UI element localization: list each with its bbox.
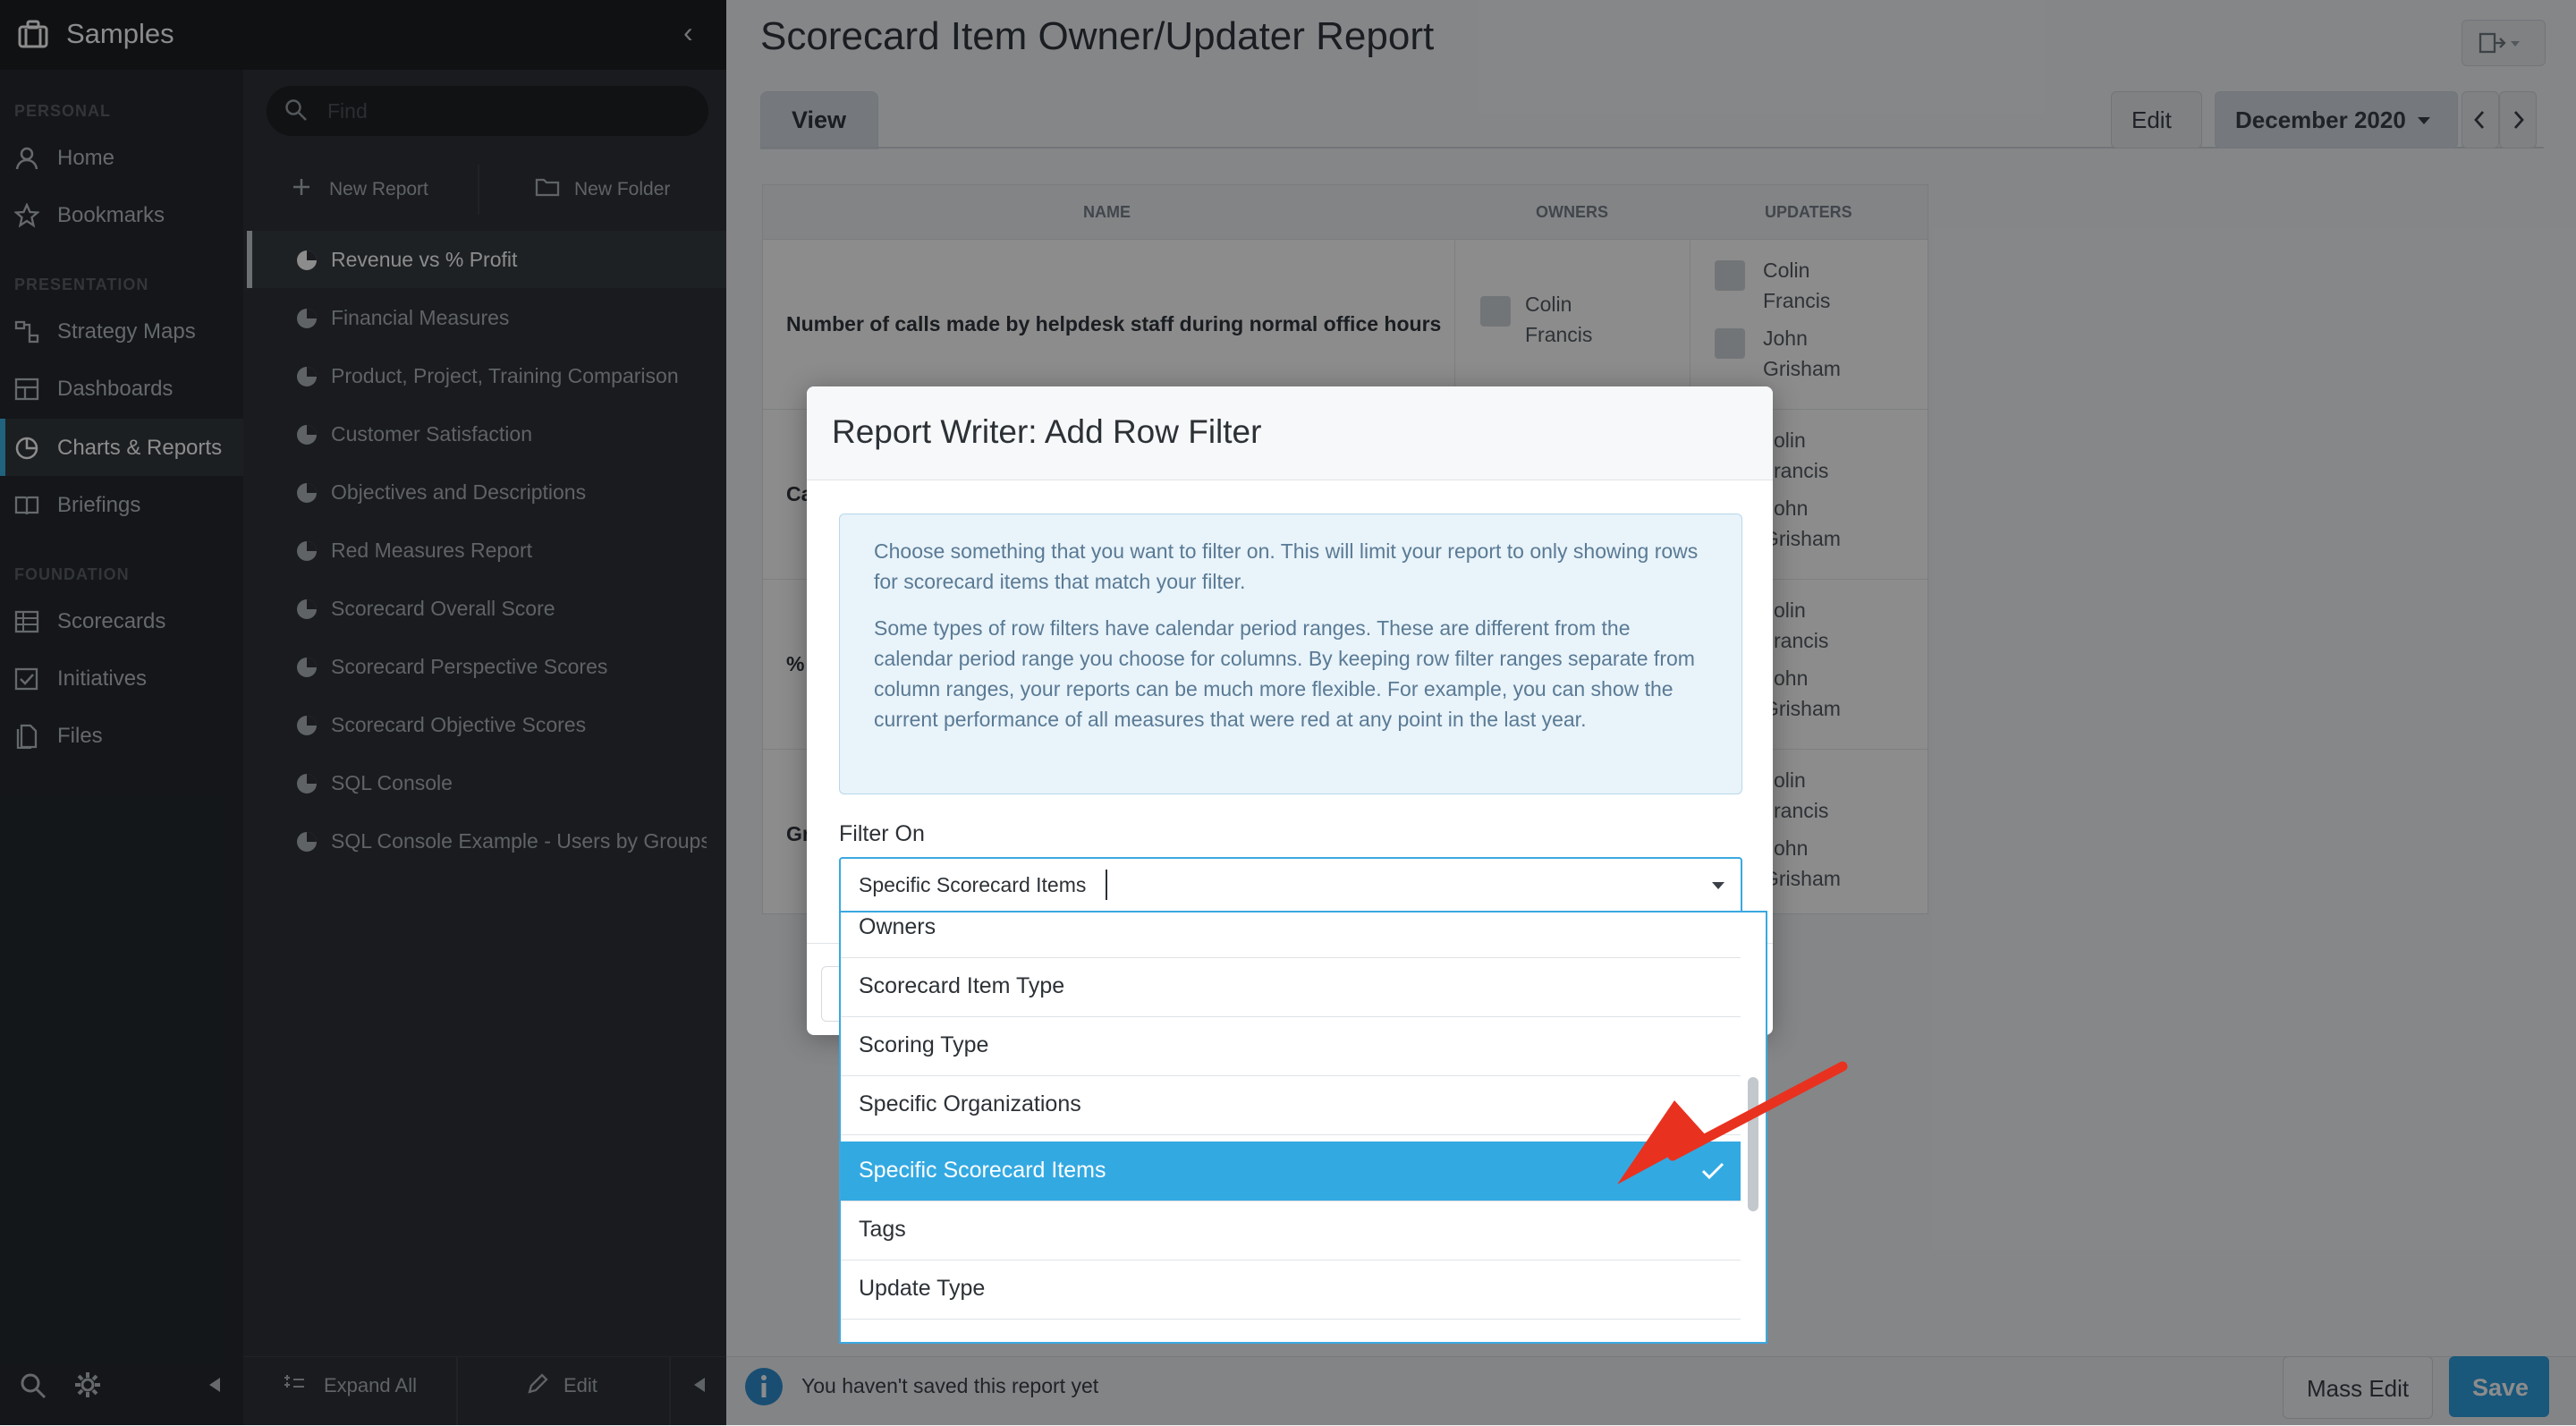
option-tags[interactable]: Tags	[841, 1201, 1741, 1260]
info-paragraph-2: Some types of row filters have calendar …	[874, 616, 1695, 731]
annotation-arrow	[1617, 1061, 1848, 1184]
option-scorecard-item-type[interactable]: Scorecard Item Type	[841, 957, 1741, 1017]
option-label: Specific Organizations	[859, 1091, 1081, 1116]
info-paragraph-1: Choose something that you want to filter…	[874, 539, 1699, 593]
option-label: Tags	[859, 1217, 906, 1242]
modal-title: Report Writer: Add Row Filter	[832, 413, 1262, 450]
option-label: Scorecard Item Type	[859, 973, 1065, 998]
option-owners[interactable]: Owners	[841, 912, 1741, 958]
option-update-type[interactable]: Update Type	[841, 1260, 1741, 1320]
filter-on-select[interactable]: Specific Scorecard Items	[839, 857, 1742, 914]
filter-on-label: Filter On	[839, 821, 925, 846]
filter-on-value: Specific Scorecard Items	[859, 873, 1087, 896]
option-label: Owners	[859, 914, 936, 939]
filter-info-box: Choose something that you want to filter…	[839, 514, 1742, 794]
option-label: Scoring Type	[859, 1032, 989, 1057]
option-label: Specific Scorecard Items	[859, 1158, 1106, 1183]
caret-down-icon	[1710, 880, 1726, 891]
text-cursor	[1106, 870, 1107, 900]
option-more[interactable]	[841, 1319, 1741, 1342]
modal-header: Report Writer: Add Row Filter	[807, 386, 1773, 480]
option-label: Update Type	[859, 1276, 986, 1301]
